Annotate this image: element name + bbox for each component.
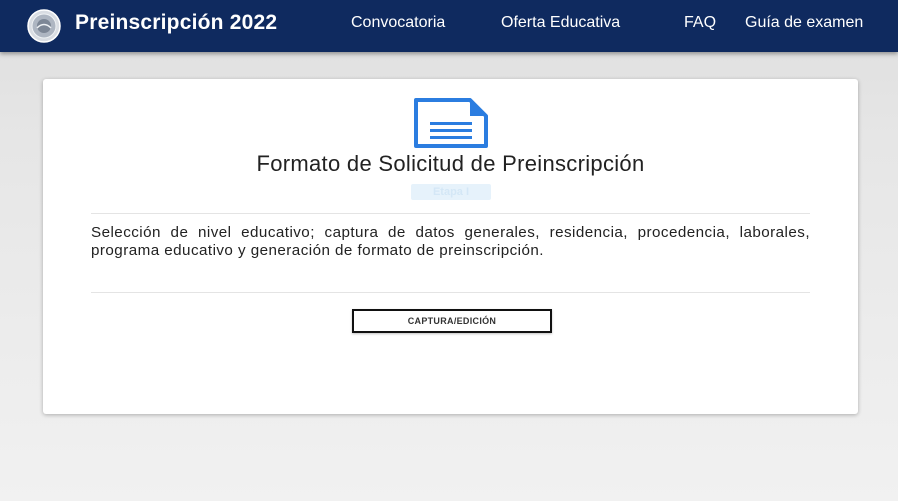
divider-bottom — [91, 292, 810, 293]
capture-edit-button[interactable]: CAPTURA/EDICIÓN — [352, 309, 552, 333]
nav-link-oferta-educativa[interactable]: Oferta Educativa — [501, 14, 620, 32]
card-description: Selección de nivel educativo; captura de… — [91, 224, 810, 259]
divider-top — [91, 213, 810, 214]
preinscription-form-card: Formato de Solicitud de Preinscripción E… — [43, 79, 858, 414]
nav-link-guia-de-examen[interactable]: Guía de examen — [745, 14, 863, 32]
brand-title[interactable]: Preinscripción 2022 — [75, 11, 277, 35]
university-seal-icon[interactable] — [27, 9, 61, 43]
nav-link-convocatoria[interactable]: Convocatoria — [351, 14, 445, 32]
nav-link-faq[interactable]: FAQ — [684, 14, 716, 32]
document-icon — [413, 98, 489, 149]
top-navbar: Preinscripción 2022 Convocatoria Oferta … — [0, 0, 898, 52]
card-title: Formato de Solicitud de Preinscripción — [256, 151, 645, 176]
stage-badge: Etapa I — [411, 184, 491, 200]
